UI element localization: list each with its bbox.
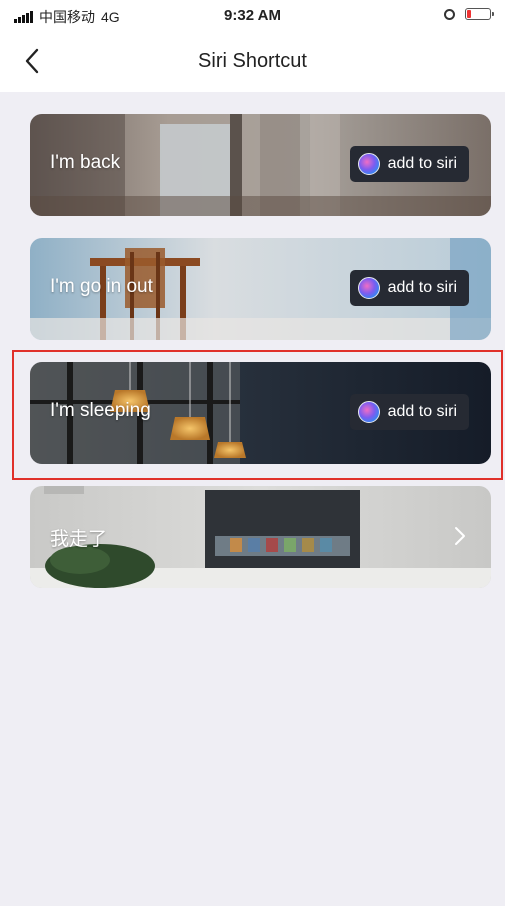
battery-fill [467, 10, 472, 18]
add-to-siri-label: add to siri [387, 279, 457, 296]
shortcut-card-im-back[interactable]: I'm back add to siri [30, 114, 491, 216]
highlight-box [12, 350, 503, 480]
chevron-right-icon[interactable] [453, 524, 467, 548]
shortcut-card-leaving[interactable]: 我走了 [30, 486, 491, 588]
shortcut-label: I'm back [50, 152, 121, 173]
add-to-siri-button[interactable]: add to siri [349, 270, 469, 306]
status-right [444, 8, 494, 20]
nav-bar: Siri Shortcut [0, 30, 505, 92]
add-to-siri-button[interactable]: add to siri [349, 146, 469, 182]
page-title: Siri Shortcut [198, 50, 307, 72]
shortcut-label: I'm go in out [50, 276, 153, 297]
battery-icon [465, 8, 494, 20]
shortcut-label: 我走了 [50, 529, 108, 550]
orientation-lock-icon [444, 8, 455, 20]
status-time: 9:32 AM [224, 7, 281, 24]
shortcut-card-im-go-in-out[interactable]: I'm go in out add to siri [30, 238, 491, 340]
add-to-siri-label: add to siri [387, 155, 457, 172]
siri-icon [357, 153, 380, 175]
status-bar: 中国移动 4G 9:32 AM [0, 0, 505, 30]
siri-icon [357, 277, 380, 299]
